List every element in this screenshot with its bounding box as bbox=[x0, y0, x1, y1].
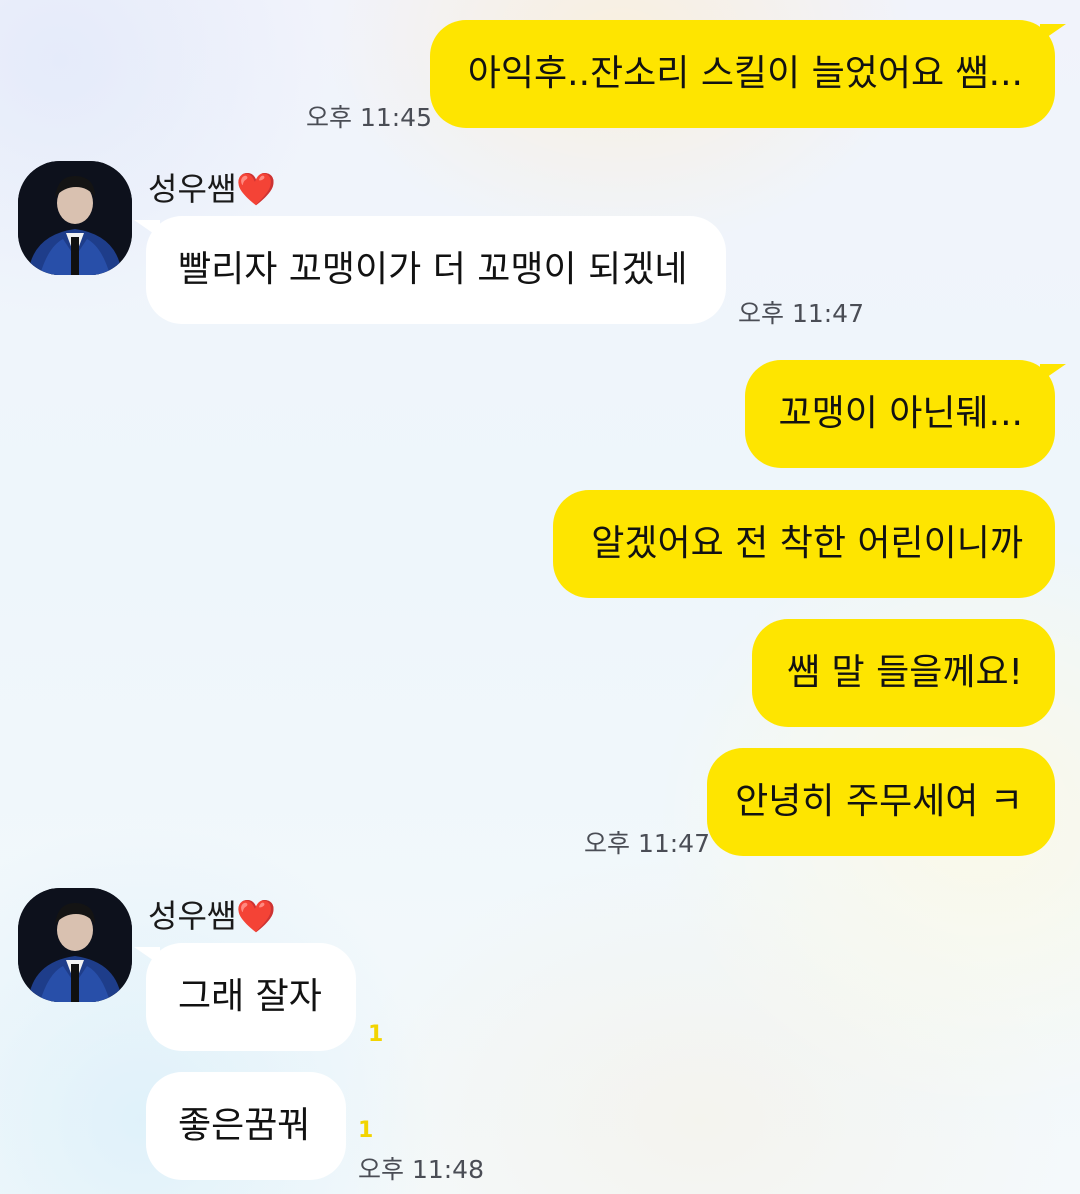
message-text: 그래 잘자 bbox=[178, 976, 322, 1017]
message-time: 오후 11:48 bbox=[358, 1155, 484, 1184]
message-text: 알겠어요 전 착한 어린이니까 bbox=[591, 523, 1023, 564]
sender-name-text: 성우쌤 bbox=[148, 170, 237, 208]
my-message-bubble[interactable]: 쌤 말 들을께요! bbox=[752, 619, 1055, 727]
message-text: 아익후..잔소리 스킬이 늘었어요 쌤... bbox=[467, 53, 1023, 94]
message-text: 쌤 말 들을께요! bbox=[786, 652, 1023, 693]
avatar[interactable] bbox=[18, 161, 132, 275]
their-message-bubble[interactable]: 빨리자 꼬맹이가 더 꼬맹이 되겠네 bbox=[146, 216, 726, 324]
my-message-bubble[interactable]: 꼬맹이 아닌뒈... bbox=[745, 360, 1055, 468]
sender-name: 성우쌤❤️ bbox=[148, 891, 276, 937]
avatar[interactable] bbox=[18, 888, 132, 1002]
message-text: 안녕히 주무세여 ㅋ bbox=[735, 781, 1023, 822]
message-time: 오후 11:47 bbox=[738, 299, 864, 328]
message-time: 오후 11:45 bbox=[306, 103, 432, 132]
their-message-bubble[interactable]: 좋은꿈꿔 bbox=[146, 1072, 346, 1180]
my-message-bubble[interactable]: 알겠어요 전 착한 어린이니까 bbox=[553, 490, 1055, 598]
unread-count: 1 bbox=[368, 1022, 384, 1047]
message-text: 빨리자 꼬맹이가 더 꼬맹이 되겠네 bbox=[178, 249, 688, 290]
unread-count: 1 bbox=[358, 1118, 374, 1143]
chat-area[interactable]: 아익후..잔소리 스킬이 늘었어요 쌤... 오후 11:45 성우쌤❤️ 빨리… bbox=[0, 0, 1080, 1194]
profile-photo-icon bbox=[18, 161, 132, 275]
heart-icon: ❤️ bbox=[236, 897, 277, 935]
profile-photo-icon bbox=[18, 888, 132, 1002]
message-text: 꼬맹이 아닌뒈... bbox=[778, 393, 1024, 434]
bubble-tail bbox=[134, 947, 160, 965]
sender-name-text: 성우쌤 bbox=[148, 897, 237, 935]
heart-icon: ❤️ bbox=[236, 170, 277, 208]
message-text: 좋은꿈꿔 bbox=[178, 1105, 311, 1146]
bubble-tail bbox=[1040, 364, 1066, 382]
bubble-tail bbox=[134, 220, 160, 238]
my-message-bubble[interactable]: 아익후..잔소리 스킬이 늘었어요 쌤... bbox=[430, 20, 1055, 128]
bubble-tail bbox=[1040, 24, 1066, 42]
sender-name: 성우쌤❤️ bbox=[148, 164, 276, 210]
my-message-bubble[interactable]: 안녕히 주무세여 ㅋ bbox=[707, 748, 1055, 856]
message-time: 오후 11:47 bbox=[584, 829, 710, 858]
their-message-bubble[interactable]: 그래 잘자 bbox=[146, 943, 356, 1051]
